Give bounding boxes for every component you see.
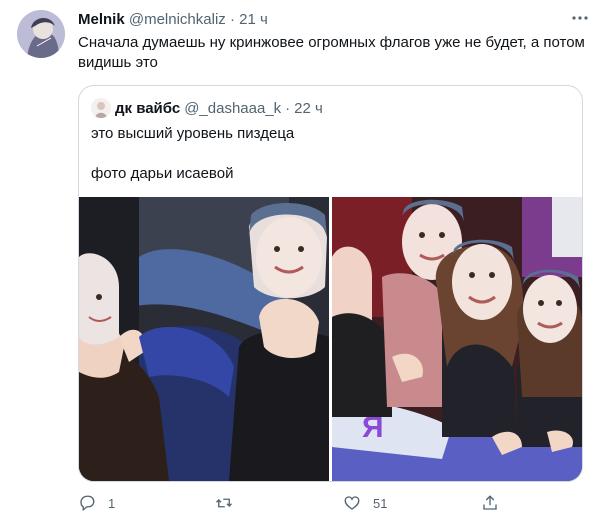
like-icon (344, 496, 360, 510)
quote-time[interactable]: 22 ч (294, 100, 323, 117)
like-count: 51 (373, 495, 388, 511)
quote-avatar[interactable] (91, 98, 111, 118)
tweet-time[interactable]: 21 ч (239, 11, 268, 28)
action-bar: 1 51 (78, 494, 588, 514)
share-button[interactable] (481, 494, 499, 512)
author-name[interactable]: Melnik (78, 11, 125, 28)
author-handle[interactable]: @melnichkaliz (129, 11, 226, 28)
photo-grid: Я (79, 197, 582, 481)
tweet-text: Сначала думаешь ну кринжовее огромных фл… (78, 34, 585, 71)
author-avatar[interactable] (17, 10, 65, 58)
photo-left[interactable] (79, 197, 329, 481)
like-button[interactable]: 51 (343, 494, 387, 512)
reply-count: 1 (108, 495, 116, 511)
reply-icon (80, 495, 95, 512)
retweet-icon (216, 498, 232, 508)
quote-text-line1: это высший уровень пиздеца (91, 125, 295, 142)
time-separator: · (229, 11, 235, 28)
quote-author-handle[interactable]: @_dashaaa_k (184, 100, 281, 117)
quote-author-name[interactable]: дк вайбс (115, 100, 180, 117)
tweet-header: Melnik @melnichkaliz · 21 ч (78, 11, 590, 31)
quoted-tweet[interactable]: дк вайбс @_dashaaa_k · 22 ч это высший у… (78, 85, 583, 482)
retweet-button[interactable] (215, 494, 245, 512)
more-icon[interactable] (570, 8, 590, 28)
share-icon (483, 495, 497, 510)
photo-right[interactable]: Я (332, 197, 582, 481)
quote-header: дк вайбс @_dashaaa_k · 22 ч (91, 98, 323, 118)
quote-text-line2: фото дарьи исаевой (91, 165, 234, 182)
reply-button[interactable]: 1 (78, 494, 115, 512)
quote-time-separator: · (285, 99, 291, 117)
